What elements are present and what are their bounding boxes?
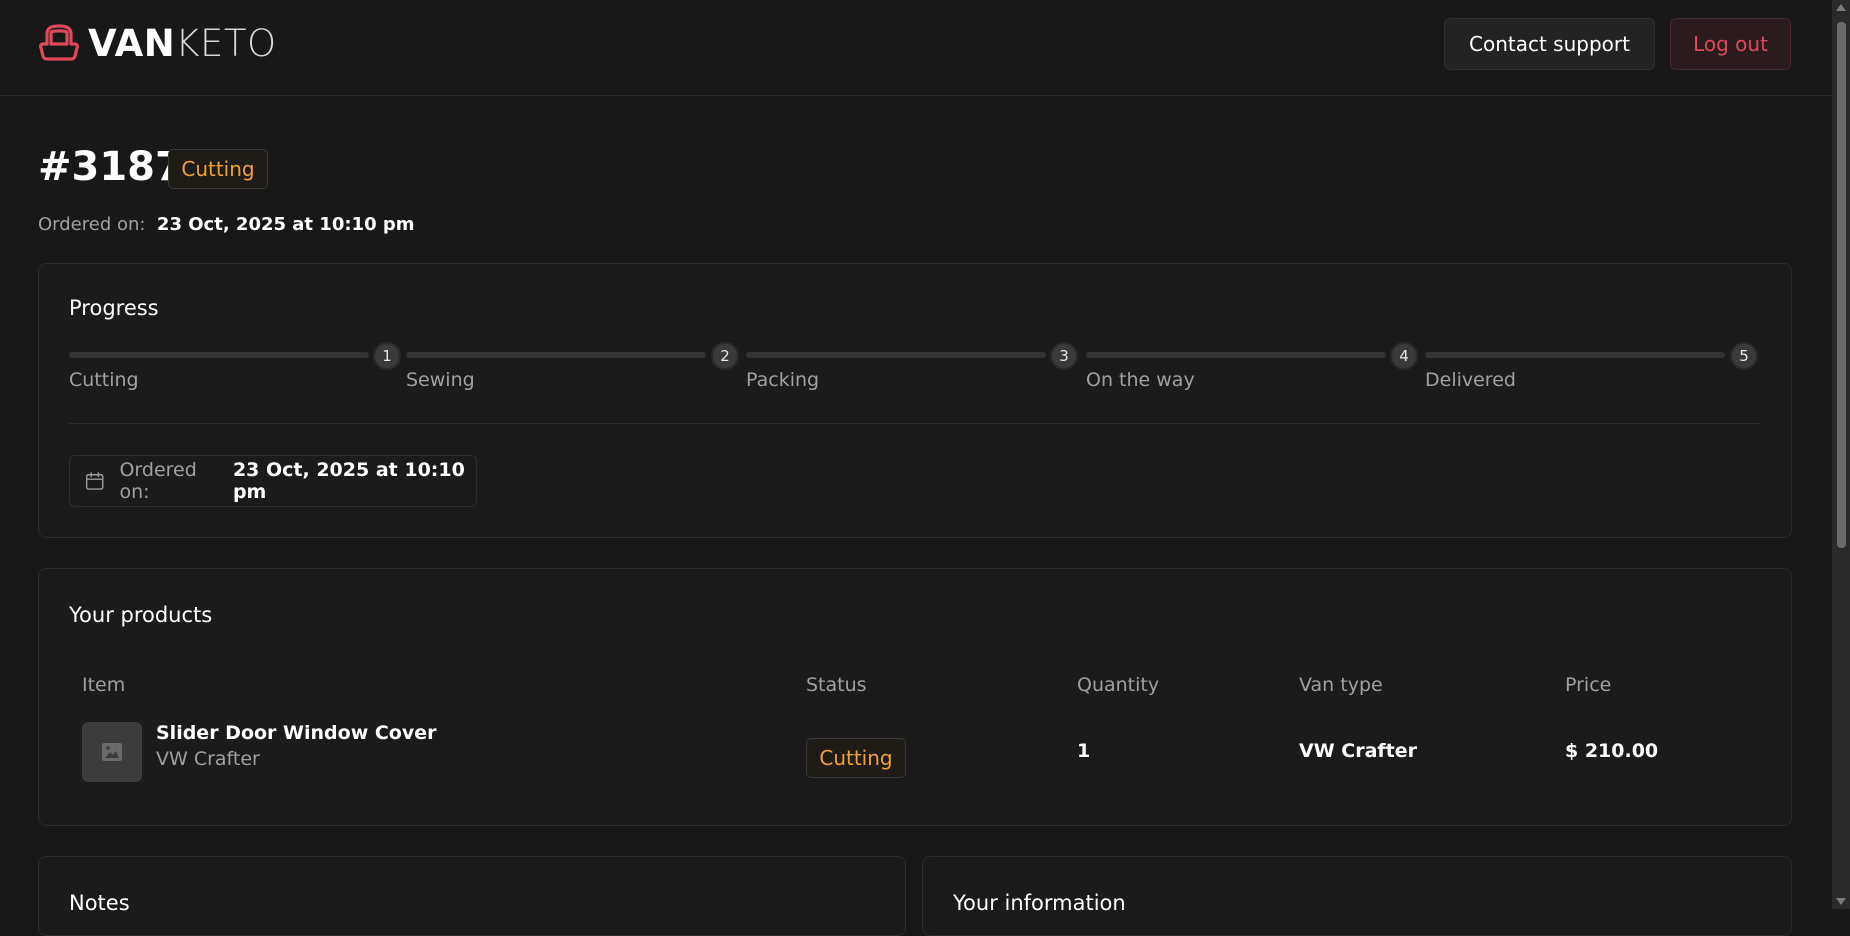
progress-label-packing: Packing (746, 369, 820, 391)
scroll-up-arrow-icon[interactable] (1836, 4, 1846, 11)
image-placeholder-icon (102, 743, 122, 761)
notes-card: Notes (38, 856, 906, 936)
column-header-quantity: Quantity (1077, 674, 1160, 696)
progress-step-4: 4 (1390, 342, 1418, 370)
calendar-icon (85, 472, 104, 490)
progress-label-on-the-way: On the way (1086, 369, 1195, 391)
ordered-on-box: Ordered on: 23 Oct, 2025 at 10:10 pm (69, 455, 477, 507)
column-header-status: Status (806, 674, 867, 696)
progress-track-1 (69, 352, 369, 358)
ordered-on-value: 23 Oct, 2025 at 10:10 pm (156, 214, 415, 235)
van-seat-icon (39, 24, 79, 61)
product-quantity: 1 (1077, 740, 1091, 762)
progress-label-cutting: Cutting (69, 369, 139, 391)
page-scrollbar[interactable] (1832, 0, 1850, 909)
date-box-label: Ordered on: (119, 459, 197, 503)
products-title: Your products (69, 603, 213, 627)
product-status-badge: Cutting (806, 738, 906, 778)
vanketo-logo[interactable]: VANKETO (38, 22, 277, 64)
progress-step-1: 1 (373, 342, 401, 370)
product-thumbnail (82, 722, 142, 782)
scroll-down-arrow-icon[interactable] (1836, 898, 1846, 905)
progress-track-4 (1086, 352, 1386, 358)
contact-support-button[interactable]: Contact support (1444, 18, 1655, 70)
brand-name-part2: KETO (175, 21, 277, 65)
your-information-title: Your information (953, 891, 1126, 915)
column-header-item: Item (82, 674, 126, 696)
progress-step-2: 2 (711, 342, 739, 370)
progress-divider (69, 423, 1761, 424)
logout-button[interactable]: Log out (1670, 18, 1791, 70)
progress-title: Progress (69, 296, 159, 320)
order-number: #3187 (38, 144, 183, 190)
progress-step-3: 3 (1050, 342, 1078, 370)
progress-step-5: 5 (1730, 342, 1758, 370)
progress-track-2 (406, 352, 706, 358)
scrollbar-thumb[interactable] (1837, 22, 1846, 548)
brand-name-part1: VAN (88, 21, 176, 65)
product-name: Slider Door Window Cover (156, 722, 437, 744)
column-header-price: Price (1565, 674, 1612, 696)
notes-title: Notes (69, 891, 130, 915)
column-header-van-type: Van type (1299, 674, 1383, 696)
product-van-type: VW Crafter (1299, 740, 1418, 762)
products-card: Your products (38, 568, 1792, 826)
brand-name: VANKETO (88, 25, 277, 62)
product-subtitle: VW Crafter (156, 748, 260, 770)
order-date-line: Ordered on: 23 Oct, 2025 at 10:10 pm (38, 212, 415, 238)
product-price: $ 210.00 (1565, 740, 1659, 762)
progress-track-3 (746, 352, 1046, 358)
your-information-card: Your information (922, 856, 1792, 936)
top-header: VANKETO Contact support Log out (0, 0, 1832, 96)
ordered-on-label: Ordered on: (38, 214, 146, 235)
progress-track-5 (1425, 352, 1725, 358)
date-box-value: 23 Oct, 2025 at 10:10 pm (232, 459, 465, 503)
progress-label-delivered: Delivered (1425, 369, 1516, 391)
progress-label-sewing: Sewing (406, 369, 475, 391)
order-status-badge: Cutting (168, 149, 268, 189)
